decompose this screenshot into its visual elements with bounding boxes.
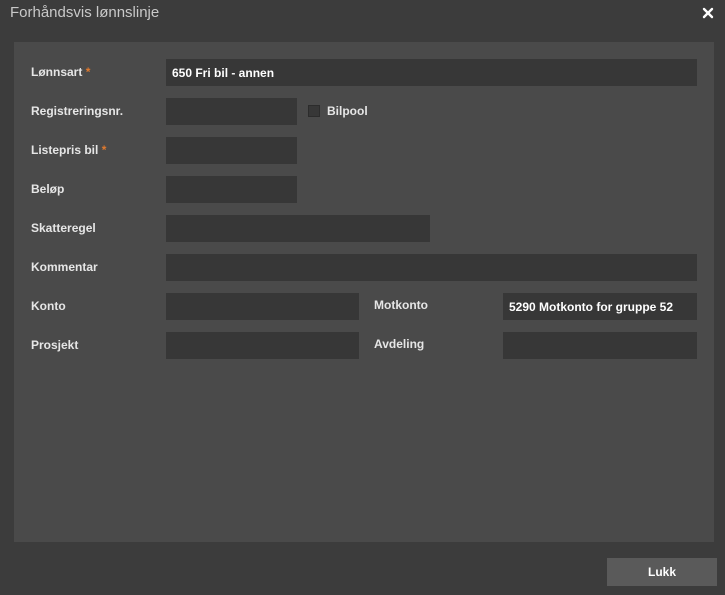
lonnsart-field[interactable]: 650 Fri bil - annen <box>166 59 697 86</box>
dialog-titlebar: Forhåndsvis lønnslinje <box>0 0 725 26</box>
lonnsart-label-text: Lønnsart <box>31 65 83 79</box>
listepris-label-text: Listepris bil <box>31 143 99 157</box>
registreringsnr-label: Registreringsnr. <box>31 104 124 118</box>
bilpool-label: Bilpool <box>327 104 368 118</box>
kommentar-field[interactable] <box>166 254 697 281</box>
prosjekt-field[interactable] <box>166 332 359 359</box>
lonnsart-label: Lønnsart * <box>31 65 90 79</box>
required-marker: * <box>101 143 107 157</box>
skatteregel-field[interactable] <box>166 215 430 242</box>
preview-payline-dialog: Forhåndsvis lønnslinje Lønnsart * 650 Fr… <box>0 0 725 595</box>
listepris-field[interactable] <box>166 137 297 164</box>
registreringsnr-field[interactable] <box>166 98 297 125</box>
belop-label: Beløp <box>31 182 65 196</box>
avdeling-label: Avdeling <box>374 337 425 351</box>
konto-field[interactable] <box>166 293 359 320</box>
listepris-label: Listepris bil * <box>31 143 106 157</box>
dialog-title: Forhåndsvis lønnslinje <box>10 4 160 21</box>
close-button[interactable]: Lukk <box>607 558 717 586</box>
avdeling-field[interactable] <box>503 332 697 359</box>
motkonto-label: Motkonto <box>374 298 428 312</box>
skatteregel-label: Skatteregel <box>31 221 96 235</box>
belop-field[interactable] <box>166 176 297 203</box>
required-marker: * <box>85 65 91 79</box>
motkonto-field[interactable]: 5290 Motkonto for gruppe 52 <box>503 293 697 320</box>
close-icon[interactable] <box>697 1 719 23</box>
bilpool-checkbox[interactable] <box>308 105 320 117</box>
prosjekt-label: Prosjekt <box>31 338 79 352</box>
kommentar-label: Kommentar <box>31 260 98 274</box>
konto-label: Konto <box>31 299 66 313</box>
